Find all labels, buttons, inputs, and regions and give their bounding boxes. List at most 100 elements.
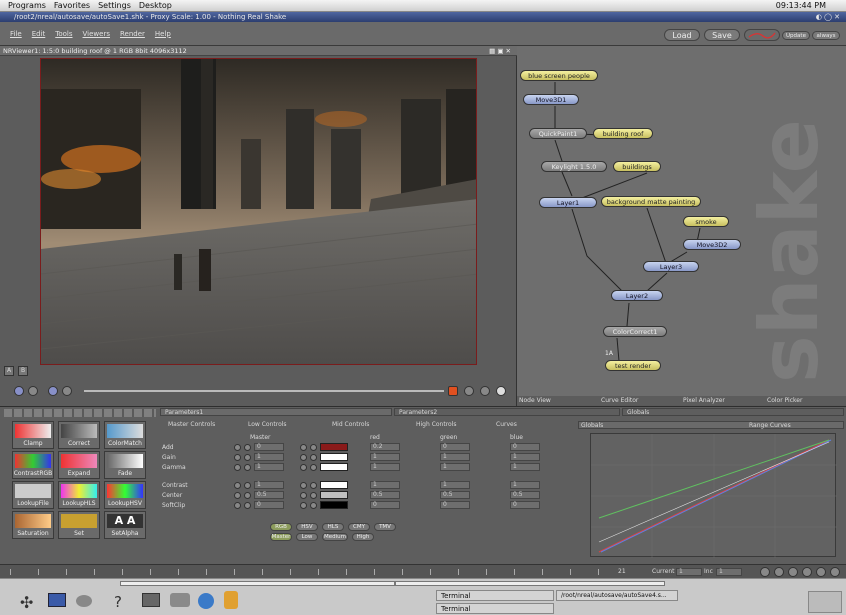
param-key-icon[interactable] [300,464,307,471]
param-green-field[interactable]: 1 [440,481,470,489]
param-red-field[interactable]: 1 [370,463,400,471]
param-master-field[interactable]: 0.5 [254,491,284,499]
param-key-icon[interactable] [300,492,307,499]
tool-lookuphls[interactable]: LookupHLS [58,481,100,509]
param-red-field[interactable]: 1 [370,481,400,489]
param-green-field[interactable]: 1 [440,453,470,461]
desktop-menu[interactable]: Desktop [139,1,172,10]
viewer-wipe-icon[interactable] [62,386,72,396]
stop-icon[interactable] [802,567,812,577]
param-key-icon[interactable] [234,492,241,499]
node-colorcorrect1[interactable]: ColorCorrect1 [603,326,667,337]
param-link-icon[interactable] [310,482,317,489]
programs-menu[interactable]: Programs [8,1,46,10]
browser-icon[interactable] [198,593,214,609]
range-high[interactable]: High [352,533,374,541]
param-link-icon[interactable] [244,482,251,489]
load-button[interactable]: Load [664,29,700,41]
viewer-buffer-a[interactable]: A [4,366,14,376]
viewer-option2-icon[interactable] [480,386,490,396]
mail-icon[interactable] [224,591,238,609]
param-color-swatch[interactable] [320,481,348,489]
kde-launcher-icon[interactable]: ✣ [20,593,33,612]
param-color-swatch[interactable] [320,453,348,461]
tab-globals[interactable]: Globals [622,408,844,416]
param-key-icon[interactable] [300,482,307,489]
tool-clamp[interactable]: Clamp [12,421,54,449]
tool-expand[interactable]: Expand [58,451,100,479]
viewer-option3-icon[interactable] [496,386,506,396]
subtab-high[interactable]: High Controls [416,421,457,428]
play-backward-icon[interactable] [788,567,798,577]
param-master-field[interactable]: 0 [254,443,284,451]
curves-range[interactable]: Range Curves [749,422,791,429]
tab-curve-editor[interactable]: Curve Editor [601,397,638,404]
help-icon[interactable]: ? [114,593,122,611]
viewer-stop-icon[interactable] [28,386,38,396]
param-link-icon[interactable] [244,492,251,499]
node-quickpaint1[interactable]: QuickPaint1 [529,128,587,139]
menu-edit[interactable]: Edit [32,30,46,38]
param-blue-field[interactable]: 1 [510,481,540,489]
param-link-icon[interactable] [310,502,317,509]
param-link-icon[interactable] [244,454,251,461]
viewer-option1-icon[interactable] [464,386,474,396]
node-move3d2[interactable]: Move3D2 [683,239,741,250]
param-color-swatch[interactable] [320,443,348,451]
range-low[interactable]: Low [296,533,318,541]
param-link-icon[interactable] [310,454,317,461]
task-terminal-1[interactable]: Terminal [436,590,554,601]
node-layer2[interactable]: Layer2 [611,290,663,301]
node-keylight[interactable]: Keylight 1.5.0 [541,161,607,172]
shell-icon[interactable] [76,595,92,607]
param-blue-field[interactable]: 0.5 [510,491,540,499]
tool-colormatch[interactable]: ColorMatch [104,421,146,449]
param-key-icon[interactable] [300,502,307,509]
node-test-render[interactable]: test render [605,360,661,371]
menu-help[interactable]: Help [155,30,171,38]
param-red-field[interactable]: 1 [370,453,400,461]
scrollbar-left[interactable] [120,581,395,586]
node-blue-screen-people[interactable]: blue screen people [520,70,598,81]
viewer-slider[interactable] [84,390,444,392]
tool-saturation[interactable]: Saturation [12,511,54,539]
menu-file[interactable]: File [10,30,22,38]
terminal-icon[interactable] [142,593,160,607]
pager[interactable] [808,591,842,613]
param-green-field[interactable]: 1 [440,463,470,471]
tab-node-view[interactable]: Node View [519,397,551,404]
current-frame-field[interactable]: 1 [676,568,702,576]
param-master-field[interactable]: 1 [254,453,284,461]
param-link-icon[interactable] [244,502,251,509]
param-key-icon[interactable] [234,454,241,461]
param-color-swatch[interactable] [320,501,348,509]
time-ruler[interactable] [10,569,610,575]
subtab-mid[interactable]: Mid Controls [332,421,369,428]
next-frame-icon[interactable] [830,567,840,577]
range-medium[interactable]: Medium [322,533,348,541]
play-forward-icon[interactable] [816,567,826,577]
param-link-icon[interactable] [310,444,317,451]
tool-lookupfile[interactable]: LookupFile [12,481,54,509]
param-red-field[interactable]: 0.2 [370,443,400,451]
param-blue-field[interactable]: 0 [510,443,540,451]
menu-render[interactable]: Render [120,30,145,38]
space-rgb[interactable]: RGB [270,523,292,531]
node-building-roof[interactable]: building roof [593,128,653,139]
param-green-field[interactable]: 0 [440,443,470,451]
tab-parameters2[interactable]: Parameters2 [394,408,620,416]
param-link-icon[interactable] [244,464,251,471]
param-master-field[interactable]: 1 [254,481,284,489]
viewer-buffer-b[interactable]: B [18,366,28,376]
tab-pixel-analyzer[interactable]: Pixel Analyzer [683,397,725,404]
viewer-play-icon[interactable] [14,386,24,396]
param-master-field[interactable]: 1 [254,463,284,471]
param-key-icon[interactable] [234,482,241,489]
viewer-image[interactable] [40,58,477,365]
settings-menu[interactable]: Settings [98,1,131,10]
tool-category-tabs[interactable] [4,409,156,417]
param-link-icon[interactable] [310,492,317,499]
param-link-icon[interactable] [244,444,251,451]
tool-correct[interactable]: Correct [58,421,100,449]
space-tmv[interactable]: TMV [374,523,396,531]
